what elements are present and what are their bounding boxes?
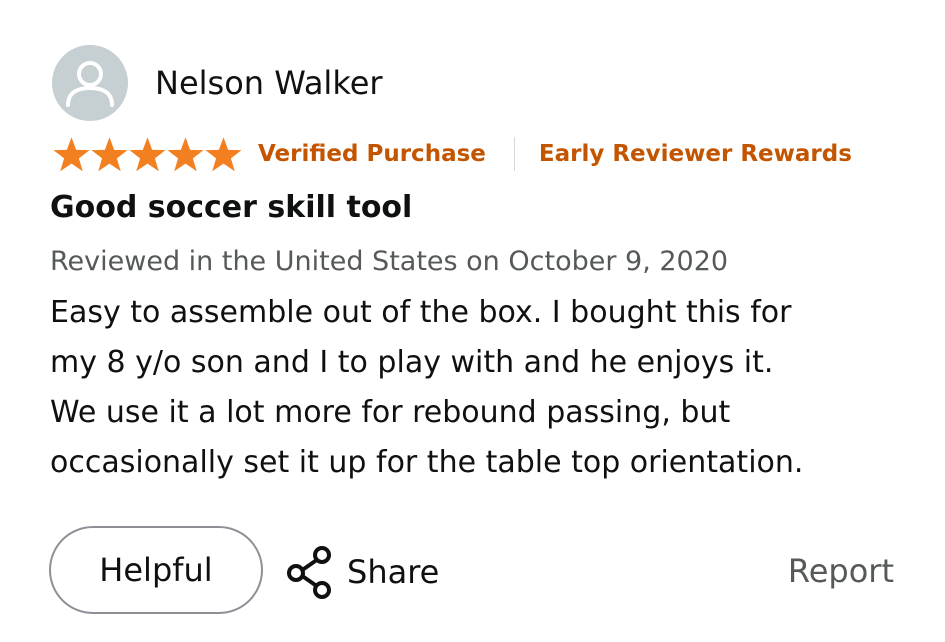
reviewer-name[interactable]: Nelson Walker [155,64,383,102]
share-button[interactable]: Share [283,544,439,600]
default-user-avatar-icon [52,45,128,121]
early-reviewer-badge[interactable]: Early Reviewer Rewards [539,141,852,167]
star-icon [167,136,204,171]
star-rating[interactable] [52,136,242,173]
badge-divider [513,137,515,171]
review-body-line: We use it a lot more for rebound passing… [50,395,731,430]
star-icon [91,136,128,171]
review-body-line: occasionally set it up for the table top… [50,445,804,480]
rating-and-badges: Verified Purchase Early Reviewer Rewards [52,132,852,176]
review-body: Easy to assemble out of the box. I bough… [50,288,930,488]
share-label: Share [347,553,440,591]
reviewer-profile[interactable]: Nelson Walker [52,45,383,121]
review-actions: Helpful Share Report [49,526,899,618]
share-icon [287,546,331,599]
review-body-line: Easy to assemble out of the box. I bough… [50,295,792,330]
review-title[interactable]: Good soccer skill tool [50,190,412,225]
helpful-button[interactable]: Helpful [49,526,263,614]
review-body-line: my 8 y/o son and I to play with and he e… [50,345,774,380]
customer-review: Nelson Walker Verified Purchase Early Re… [0,0,945,642]
report-link[interactable]: Report [788,552,894,590]
verified-purchase-badge: Verified Purchase [258,141,486,167]
review-date: Reviewed in the United States on October… [50,246,729,277]
star-icon [129,136,166,171]
star-icon [53,136,90,171]
star-icon [205,136,242,171]
